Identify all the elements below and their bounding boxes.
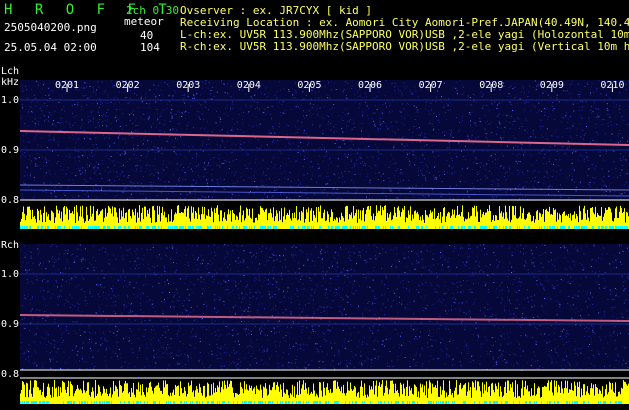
time-label-0210: 0210 [600,80,625,91]
time-label-0202: 0202 [115,80,140,91]
hrofft-window: H R O F F T 2ch 0.30 2505040200.png 25.0… [0,0,629,410]
rch-level-meter [20,380,629,405]
time-label-0206: 0206 [358,80,383,91]
lch-spectrogram [20,80,629,200]
time-label-0201: 0201 [55,80,80,91]
time-label-0203: 0203 [176,80,201,91]
time-label-0204: 0204 [236,80,261,91]
time-label-0208: 0208 [479,80,504,91]
spectrogram-canvas [19,80,629,405]
time-label-0209: 0209 [539,80,564,91]
time-label-0205: 0205 [297,80,322,91]
time-label-0207: 0207 [418,80,443,91]
lch-level-meter [20,205,629,229]
rch-spectrogram [20,244,629,370]
